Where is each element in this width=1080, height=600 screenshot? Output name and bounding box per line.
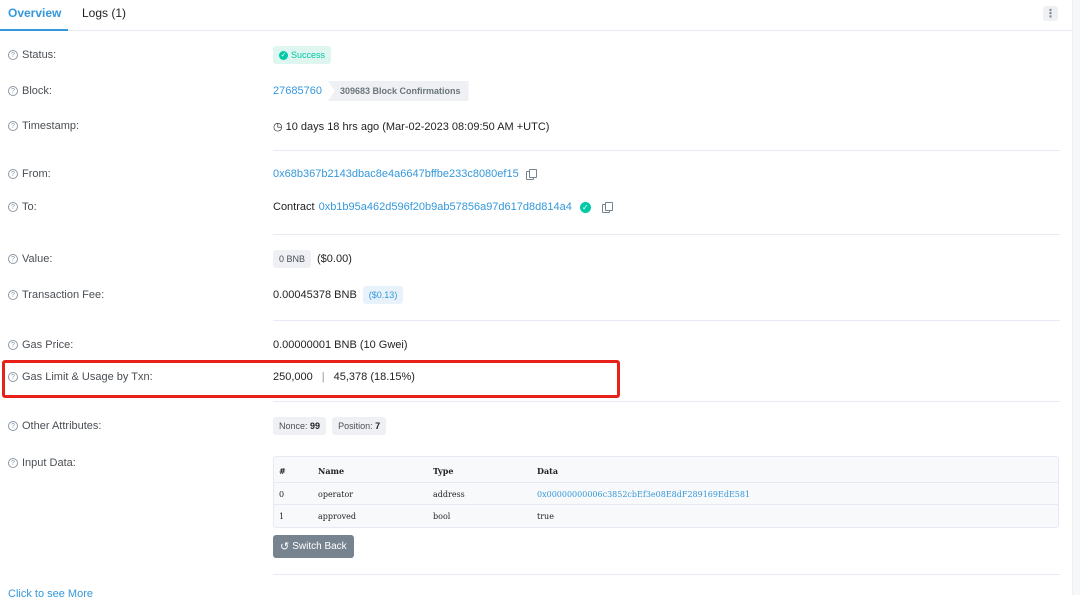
- question-icon: ?: [8, 121, 18, 131]
- gas-limit-label: ? Gas Limit & Usage by Txn:: [8, 371, 153, 383]
- gas-limit-value: 250,000 | 45,378 (18.15%): [273, 371, 415, 383]
- fee-value: 0.00045378 BNB ($0.13): [273, 286, 404, 304]
- header-index: #: [279, 466, 286, 476]
- question-icon: ?: [8, 169, 18, 179]
- value-usd: ($0.00): [317, 253, 352, 265]
- value-value: 0 BNB ($0.00): [273, 250, 352, 268]
- question-icon: ?: [8, 458, 18, 468]
- from-value: 0x68b367b2143dbac8e4a6647bffbe233c8080ef…: [273, 168, 537, 180]
- table-header: # Name Type Data: [274, 460, 1058, 482]
- cell-name: operator: [318, 489, 354, 499]
- table-row: 0 operator address 0x00000000006c3852cbE…: [274, 482, 1058, 504]
- other-attributes-value: Nonce: 99 Position: 7: [273, 417, 387, 435]
- block-number-link[interactable]: 27685760: [273, 85, 322, 97]
- section-divider: [273, 150, 1060, 151]
- from-address-link[interactable]: 0x68b367b2143dbac8e4a6647bffbe233c8080ef…: [273, 168, 519, 180]
- fee-label: ? Transaction Fee:: [8, 289, 104, 301]
- cell-data-link[interactable]: 0x00000000006c3852cbEf3e08E8dF289169EdE5…: [537, 483, 750, 505]
- block-confirmations-badge: 309683 Block Confirmations: [327, 81, 469, 101]
- to-address-link[interactable]: 0xb1b95a462d596f20b9ab57856a97d617d8d814…: [319, 201, 572, 213]
- question-icon: ?: [8, 254, 18, 264]
- tab-overview[interactable]: Overview: [8, 6, 61, 20]
- cell-data: true: [537, 511, 554, 521]
- tab-logs[interactable]: Logs (1): [82, 6, 126, 20]
- value-amount-badge: 0 BNB: [273, 250, 312, 268]
- position-badge: Position: 7: [332, 417, 387, 435]
- gas-price-value: 0.00000001 BNB (10 Gwei): [273, 339, 408, 351]
- kebab-vertical-icon[interactable]: ⋮: [1043, 6, 1058, 21]
- input-data-table: # Name Type Data 0 operator address 0x00…: [273, 456, 1059, 528]
- active-tab-indicator: [0, 29, 68, 31]
- contract-prefix: Contract: [273, 201, 315, 213]
- section-divider: [273, 234, 1060, 235]
- nonce-badge: Nonce: 99: [273, 417, 327, 435]
- cell-name: approved: [318, 511, 357, 521]
- status-label: ? Status:: [8, 49, 56, 61]
- question-icon: ?: [8, 421, 18, 431]
- value-label: ? Value:: [8, 253, 52, 265]
- fee-usd-badge: ($0.13): [362, 286, 404, 304]
- timestamp-label: ? Timestamp:: [8, 120, 79, 132]
- gas-limit: 250,000: [273, 371, 313, 383]
- section-divider: [273, 320, 1060, 321]
- status-value: ✓ Success: [273, 46, 332, 64]
- clock-icon: ◷: [273, 121, 283, 133]
- cell-index: 0: [279, 489, 285, 499]
- other-attributes-label: ? Other Attributes:: [8, 420, 101, 432]
- section-divider: [273, 574, 1060, 575]
- question-icon: ?: [8, 372, 18, 382]
- fee-amount: 0.00045378 BNB: [273, 289, 357, 301]
- see-more-link[interactable]: Click to see More: [8, 588, 93, 600]
- header-type: Type: [433, 466, 454, 476]
- gas-price-label: ? Gas Price:: [8, 339, 73, 351]
- to-value: Contract 0xb1b95a462d596f20b9ab57856a97d…: [273, 201, 613, 213]
- check-circle-icon: ✓: [279, 50, 288, 60]
- header-data: Data: [537, 466, 558, 476]
- question-icon: ?: [8, 202, 18, 212]
- gas-separator: |: [321, 371, 325, 383]
- timestamp-value: ◷ 10 days 18 hrs ago (Mar-02-2023 08:09:…: [273, 120, 550, 134]
- input-data-label: ? Input Data:: [8, 457, 76, 469]
- status-badge: ✓ Success: [273, 46, 332, 64]
- table-row: 1 approved bool true: [274, 504, 1058, 526]
- from-label: ? From:: [8, 168, 51, 180]
- verified-check-icon: ✓: [579, 201, 591, 213]
- undo-arrow-icon: ↺: [280, 541, 290, 553]
- gas-usage: 45,378 (18.15%): [333, 371, 415, 383]
- header-name: Name: [318, 466, 345, 476]
- question-icon: ?: [8, 340, 18, 350]
- block-value: 27685760 309683 Block Confirmations: [273, 81, 469, 101]
- copy-icon[interactable]: [601, 202, 613, 213]
- cell-type: address: [433, 489, 465, 499]
- switch-back-button[interactable]: ↺ Switch Back: [273, 535, 354, 558]
- section-divider: [273, 401, 1060, 402]
- cell-type: bool: [433, 511, 451, 521]
- block-label: ? Block:: [8, 85, 52, 97]
- cell-index: 1: [279, 511, 285, 521]
- scrollbar[interactable]: [1072, 0, 1080, 595]
- question-icon: ?: [8, 50, 18, 60]
- question-icon: ?: [8, 86, 18, 96]
- copy-icon[interactable]: [525, 169, 537, 180]
- question-icon: ?: [8, 290, 18, 300]
- tab-bar: Overview Logs (1) ⋮: [0, 0, 1072, 31]
- to-label: ? To:: [8, 201, 37, 213]
